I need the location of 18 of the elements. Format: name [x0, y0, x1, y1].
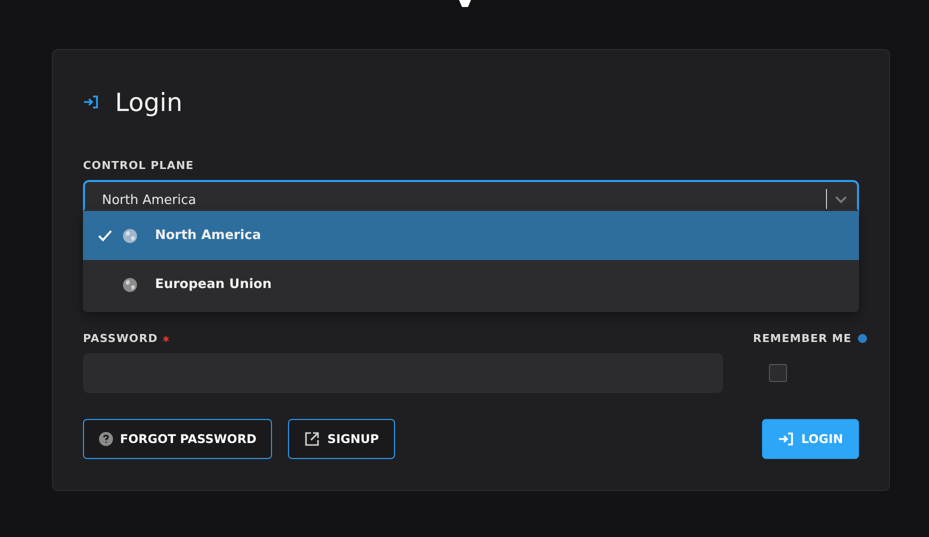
dropdown-option[interactable]: European Union [83, 260, 859, 309]
external-link-icon [304, 431, 320, 447]
field-label: REMEMBER ME [753, 332, 867, 345]
signup-button[interactable]: SIGNUP [288, 419, 395, 459]
page-title: Login [115, 88, 182, 116]
globe-icon [123, 278, 137, 292]
chevron-down-icon [835, 196, 847, 204]
login-icon [83, 95, 99, 109]
remember-me-checkbox[interactable] [769, 364, 787, 382]
forgot-button[interactable]: FORGOT PASSWORD [83, 419, 272, 459]
field-label: PASSWORD [83, 332, 723, 345]
globe-icon [123, 228, 137, 242]
check-icon [97, 228, 113, 244]
dropdown-option[interactable]: North America [83, 211, 859, 260]
field-label: CONTROL PLANE [83, 159, 195, 172]
login-icon [778, 432, 794, 446]
help-icon [99, 432, 113, 446]
info-icon [858, 334, 867, 343]
